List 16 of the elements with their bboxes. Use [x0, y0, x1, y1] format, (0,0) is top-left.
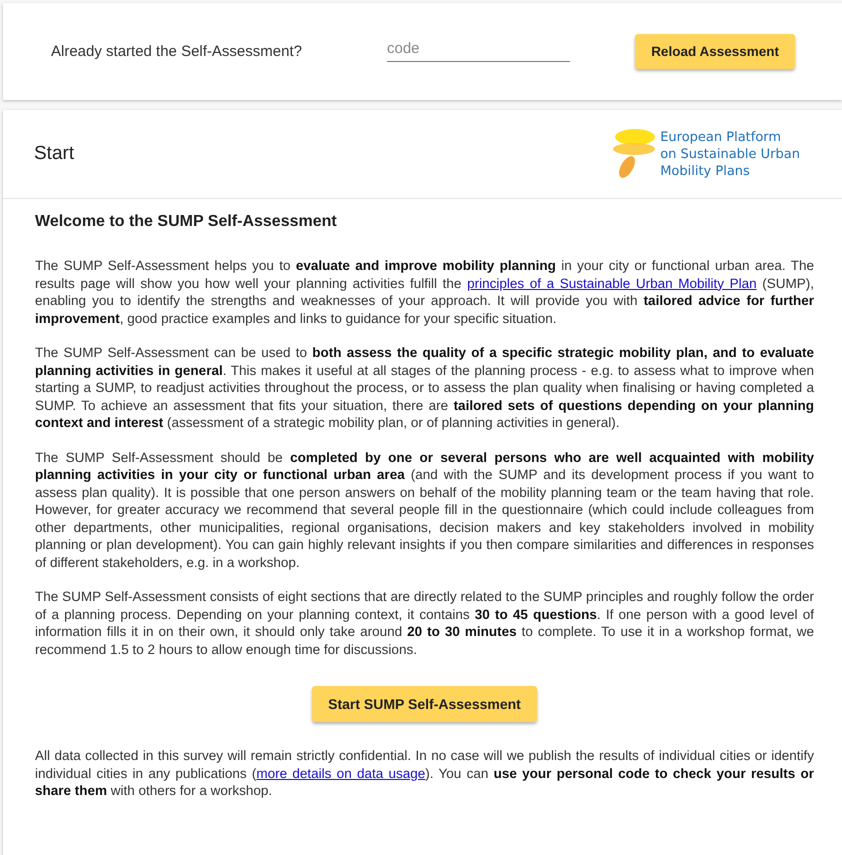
start-assessment-button[interactable]: Start SUMP Self-Assessment [312, 686, 537, 722]
text-link[interactable]: principles of a Sustainable Urban Mobility Plan [467, 276, 757, 290]
card-title: Start [34, 143, 74, 165]
logo-text: Mobility Plans [660, 162, 751, 180]
welcome-heading: Welcome to the SUMP Self-Assessment [35, 213, 338, 231]
paragraph: The SUMP Self-Assessment can be used to both assess the quality of a specific strategic mobility plan, and to evaluate planning activities in general. This makes it useful at all stages of the planning process - e.g. to assess what to improve when starting a SUMP, to readjust activities throughout the process, or to assess the plan quality when finalising or having completed a SUMP. To achieve an assessment that fits your situation, there are tailored sets of questions depending on your planning context and interest (assessment of a strategic mobility plan, or of planning activities in general). [35, 344, 814, 432]
logo-text: on Sustainable Urban [660, 146, 800, 162]
logo-icon [612, 127, 656, 181]
reload-assessment-button[interactable]: Reload Assessment [635, 34, 795, 69]
paragraph: All data collected in this survey will remain strictly confidential. In no case will we publish the results of individual cities or identify individual cities in any publications (more details on data usage). You can use your personal code to check your results or share them with others for a workshop. [35, 747, 814, 800]
reload-prompt: Already started the Self-Assessment? [51, 43, 303, 60]
paragraph: The SUMP Self-Assessment should be completed by one or several persons who are well acquainted with mobility planning activities in your city or functional urban area (and with the SUMP and its development process if you want to assess plan quality). It is possible that one person answers on behalf of the mobility planning team or the team having that role. However, for greater accuracy we recommend that several people fill in the questionnaire (which could include colleagues from other departments, other municipalities, regional organisations, decision makers and key stakeholders involved in mobility planning or plan development). You can gain highly relevant insights if you then compare similarities and differences in responses of different stakeholders, e.g. in a workshop. [35, 448, 814, 571]
text-link[interactable]: more details on data usage [256, 766, 426, 780]
paragraph: The SUMP Self-Assessment consists of eight sections that are directly related to the SUMP principles and roughly follow the order of a planning process. Depending on your planning context, it contains 30 to 45 questions. If one person with a good level of information fills it in on their own, it should only take around 20 to 30 minutes to complete. To use it in a workshop format, we recommend 1.5 to 2 hours to allow enough time for discussions. [35, 588, 814, 658]
paragraph: The SUMP Self-Assessment helps you to evaluate and improve mobility planning in your city or functional urban area. The results page will show you how well your planning activities fulfill the principles of a Sustainable Urban Mobility Plan (SUMP), enabling you to identify the strengths and weaknesses of your approach. It will provide you with tailored advice for further improvement, good practice examples and links to guidance for your specific situation. [35, 257, 814, 327]
logo-text: European Platform [660, 128, 782, 146]
